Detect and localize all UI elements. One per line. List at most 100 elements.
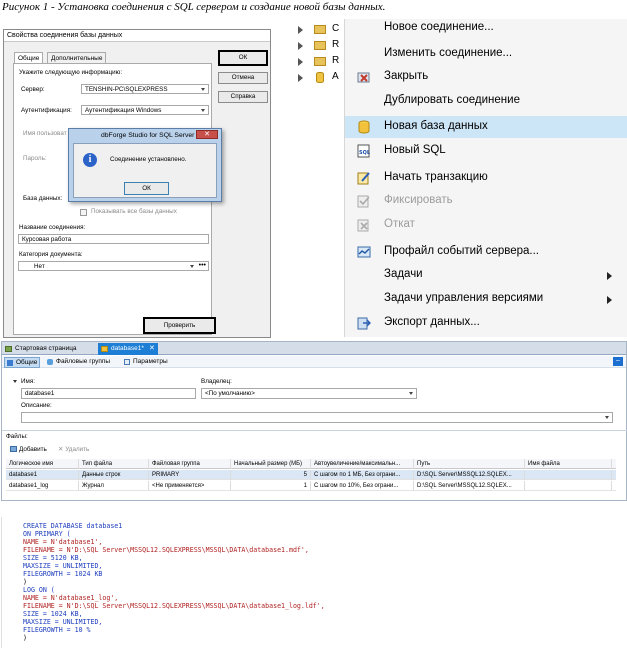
chevron-down-icon [190,265,194,268]
chevron-down-icon [201,88,205,91]
column-header[interactable]: Файловая группа [149,459,231,469]
doc-category-label: Категория документа: [19,251,83,258]
column-header[interactable]: Тип файла [79,459,149,469]
code-line: MAXSIZE = UNLIMITED, [23,618,103,626]
msgbox-ok-button[interactable]: ОК [124,182,169,195]
close-icon[interactable]: ✕ [196,130,218,139]
code-line: FILENAME = N'D:\SQL Server\MSSQL12.SQLEX… [23,546,309,554]
code-line: FILEGROWTH = 1024 KB [23,570,103,578]
ok-button[interactable]: ОК [218,50,268,66]
folder-icon [314,41,326,50]
auth-label: Аутентификация: [21,107,72,114]
auth-value: Аутентификация Windows [85,107,162,114]
instruction-text: Укажите следующую информацию: [19,69,123,76]
tab-parameters[interactable]: Параметры [122,357,170,366]
cancel-button[interactable]: Отмена [218,72,268,84]
msgbox-title: dbForge Studio for SQL Server [101,132,195,139]
conn-name-label: Название соединения: [19,224,86,231]
files-label: Файлы: [6,433,28,440]
tab-filegroups[interactable]: Файловые группы [45,357,112,366]
database-icon [358,120,370,134]
collapse-icon[interactable]: ‒ [613,357,623,366]
menu-item-edit-connection[interactable]: Изменить соединение... [345,43,627,65]
info-icon: i [83,153,97,167]
export-icon [357,317,371,330]
name-input[interactable]: database1 [21,388,196,399]
expand-icon[interactable] [298,74,303,82]
menu-item-version-control[interactable]: Задачи управления версиями [345,288,627,310]
dialog-title: Свойства соединения базы данных [4,30,270,42]
delete-file-button[interactable]: ✕ Удалить [58,446,89,453]
code-line: ) [23,634,27,642]
tab-general[interactable]: Общие [14,52,44,63]
user-label: Имя пользоват [23,130,67,137]
server-combo[interactable]: TENSHIN-PC\SQLEXPRESS [81,84,209,94]
chevron-down-icon [605,416,609,419]
conn-name-input[interactable]: Курсовая работа [18,234,209,244]
menu-item-export-data[interactable]: Экспорт данных... [345,312,627,334]
parameters-icon [124,359,130,365]
menu-item-begin-transaction[interactable]: Начать транзакцию [345,167,627,189]
submenu-arrow-icon [607,296,612,304]
menu-item-new-sql[interactable]: SQL Новый SQL [345,140,627,162]
code-line: LOG ON ( [23,586,55,594]
code-line: FILENAME = N'D:\SQL Server\MSSQL12.SQLEX… [23,602,325,610]
menu-item-event-profiler[interactable]: Профайл событий сервера... [345,241,627,263]
auth-combo[interactable]: Аутентификация Windows [81,105,209,115]
close-icon[interactable]: ✕ [149,344,155,352]
column-header[interactable]: Путь [414,459,525,469]
help-button[interactable]: Справка [218,91,268,103]
database-icon [316,72,324,83]
collapse-arrow-icon[interactable] [13,380,17,383]
menu-item-rollback[interactable]: Откат [345,214,627,236]
filegroups-icon [47,359,53,365]
name-label: Имя: [21,378,36,385]
column-header[interactable]: Начальный размер (МБ) [231,459,311,469]
description-label: Описание: [21,402,52,409]
tab-general[interactable]: Общие [4,357,41,368]
expand-icon[interactable] [298,42,303,50]
expand-icon[interactable] [298,26,303,34]
menu-item-duplicate[interactable]: Дублировать соединение [345,90,627,112]
code-line: SIZE = 5120 KB, [23,554,83,562]
password-label: Пароль: [23,155,47,162]
doc-category-value: Нет [34,263,45,270]
add-file-button[interactable]: Добавить [10,446,47,453]
profiler-icon [357,246,371,258]
code-line: FILEGROWTH = 10 % [23,626,91,634]
code-line: CREATE DATABASE database1 [23,522,123,530]
menu-item-close[interactable]: Закрыть [345,66,627,88]
expand-icon[interactable] [298,58,303,66]
more-icon[interactable]: ••• [199,262,206,269]
database-label: База данных: [23,195,63,202]
server-value: TENSHIN-PC\SQLEXPRESS [85,86,168,93]
tab-advanced[interactable]: Дополнительные [47,52,107,63]
editor-toolbar: Общие Файловые группы Параметры ‒ [2,356,626,368]
menu-item-commit[interactable]: Фиксировать [345,190,627,212]
owner-combo[interactable]: <По умолчанию> [201,388,417,399]
code-line: ON PRIMARY ( [23,530,71,538]
general-icon [7,360,13,366]
table-row[interactable]: database1 Данные строк PRIMARY 5 С шагом… [6,470,616,480]
show-all-dbs-checkbox[interactable] [80,209,87,216]
doc-category-combo[interactable]: Нет ••• [18,261,209,271]
tab-start-page[interactable]: Стартовая страница [2,343,80,355]
section-divider [2,430,627,431]
chevron-down-icon [409,392,413,395]
table-row[interactable]: database1_log Журнал <Не применяется> 1 … [6,481,616,491]
rollback-icon [357,219,369,232]
msgbox-text: Соединение установлено. [110,156,187,163]
folder-icon [314,25,326,34]
column-header[interactable]: Логическое имя [6,459,79,469]
menu-item-tasks[interactable]: Задачи [345,264,627,286]
column-header[interactable]: Имя файла [525,459,612,469]
description-input[interactable] [21,412,613,423]
test-connection-button[interactable]: Проверить [143,317,216,334]
tab-database1[interactable]: database1* ✕ [98,343,158,355]
chevron-down-icon [201,109,205,112]
menu-item-new-connection[interactable]: Новое соединение... [345,17,627,39]
menu-item-new-database[interactable]: Новая база данных [345,116,627,138]
column-header[interactable]: Автоувеличение/максимальн... [311,459,414,469]
folder-icon [314,57,326,66]
sql-script: CREATE DATABASE database1 ON PRIMARY ( N… [1,517,627,648]
